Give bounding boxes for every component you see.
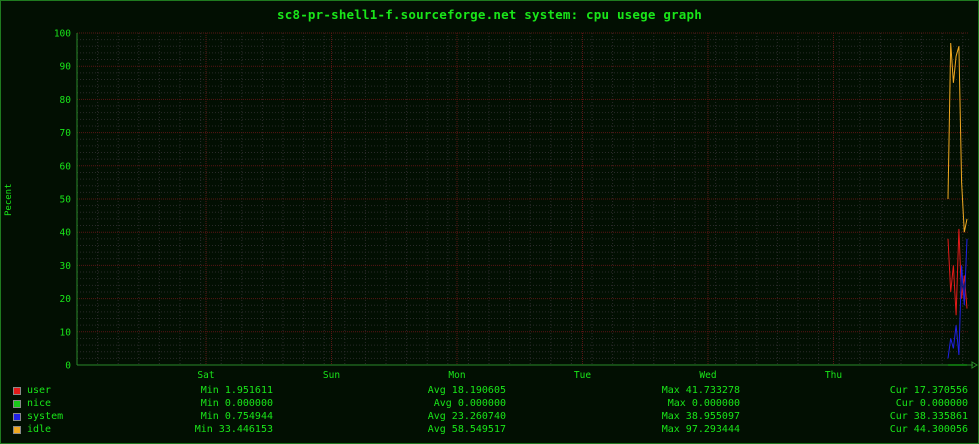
graph-frame: sc8-pr-shell1-f.sourceforge.net system: … — [0, 0, 979, 444]
legend-min: Min 0.754944 — [200, 411, 273, 422]
legend-max: Max 0.000000 — [667, 398, 740, 409]
x-tick-label: Thu — [825, 370, 842, 381]
legend-max: Max 38.955097 — [661, 411, 740, 422]
legend-swatch-system — [13, 413, 21, 421]
legend-name: nice — [27, 398, 52, 409]
y-tick-label: 10 — [60, 327, 72, 338]
legend-name: user — [27, 385, 52, 396]
legend-name: idle — [27, 424, 52, 435]
legend-cur: Cur 0.000000 — [895, 398, 968, 409]
series-line-idle — [947, 42, 968, 233]
legend-avg: Avg 0.000000 — [433, 398, 506, 409]
x-tick-label: Sat — [197, 370, 214, 381]
legend-row-user: user Min 1.951611 Avg 18.190605 Max 41.7… — [1, 385, 978, 398]
legend-cur: Cur 44.300056 — [889, 424, 968, 435]
legend: user Min 1.951611 Avg 18.190605 Max 41.7… — [1, 385, 978, 437]
legend-max: Max 97.293444 — [661, 424, 740, 435]
y-tick-label: 0 — [65, 361, 71, 372]
x-tick-label: Tue — [574, 370, 591, 381]
legend-avg: Avg 58.549517 — [427, 424, 506, 435]
legend-name: system — [27, 411, 64, 422]
legend-cur: Cur 17.370556 — [889, 385, 968, 396]
legend-avg: Avg 23.260740 — [427, 411, 506, 422]
y-tick-label: 50 — [60, 195, 72, 206]
y-tick-label: 60 — [60, 161, 72, 172]
x-tick-label: Wed — [699, 370, 716, 381]
y-tick-label: 100 — [54, 29, 71, 40]
y-tick-label: 90 — [60, 62, 72, 73]
legend-max: Max 41.733278 — [661, 385, 740, 396]
legend-row-idle: idle Min 33.446153 Avg 58.549517 Max 97.… — [1, 424, 978, 437]
legend-swatch-user — [13, 387, 21, 395]
legend-avg: Avg 18.190605 — [427, 385, 506, 396]
legend-min: Min 0.000000 — [200, 398, 273, 409]
x-tick-label: Mon — [448, 370, 465, 381]
y-tick-label: 30 — [60, 261, 72, 272]
cpu-chart: 0 10 20 30 40 50 60 70 80 90 100 Sat Sun Mon Tue Wed Thu — [54, 29, 978, 381]
x-tick-label: Sun — [323, 370, 340, 381]
y-tick-label: 40 — [60, 228, 72, 239]
legend-swatch-idle — [13, 426, 21, 434]
legend-swatch-nice — [13, 400, 21, 408]
legend-row-system: system Min 0.754944 Avg 23.260740 Max 38… — [1, 411, 978, 424]
y-tick-label: 80 — [60, 95, 72, 106]
y-tick-label: 20 — [60, 294, 72, 305]
legend-cur: Cur 38.335861 — [889, 411, 968, 422]
y-tick-label: 70 — [60, 128, 72, 139]
legend-min: Min 33.446153 — [194, 424, 273, 435]
legend-min: Min 1.951611 — [200, 385, 273, 396]
legend-row-nice: nice Min 0.000000 Avg 0.000000 Max 0.000… — [1, 398, 978, 411]
